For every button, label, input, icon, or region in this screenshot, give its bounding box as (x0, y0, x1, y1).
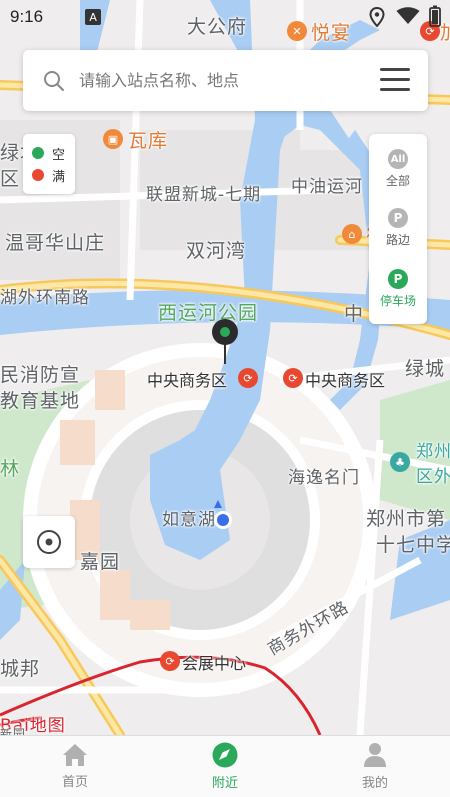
map-label-huizhan: 会展中心 (182, 654, 247, 673)
map-label-jiayuan: 嘉园 (80, 551, 121, 573)
map-label-zhongyang-2: 中央商务区 (305, 371, 386, 390)
map-label-shuanghewan: 双河湾 (186, 240, 247, 262)
map-label-zhengzhoushi-1: 郑州市第 (366, 508, 447, 530)
map-label-xiaofang-2: 教育基地 (0, 390, 81, 412)
legend-label-full: 满 (52, 169, 66, 185)
bottom-navigation: 首页 附近 我的 (0, 735, 450, 797)
map-label-chengbang: 城邦 (0, 658, 41, 680)
map-label-zhengzhoushi-2: 十七中学 (376, 534, 450, 556)
current-location-icon (214, 500, 232, 529)
tab-nearby-label: 附近 (211, 776, 238, 791)
legend-label-empty: 空 (52, 147, 66, 163)
user-icon (364, 743, 386, 767)
map-label-lvcheng-2: 绿城 (405, 358, 446, 380)
map-label-haiyi: 海逸名门 (288, 468, 360, 488)
shop-poi-icon: ▣ (103, 129, 123, 149)
locate-me-button[interactable] (23, 516, 75, 568)
location-status-icon (369, 7, 385, 27)
red-dot-icon (32, 169, 44, 181)
parking-filter-panel: All 全部 P 路边 P 停车场 (369, 134, 427, 324)
tab-home-label: 首页 (61, 775, 88, 790)
map-label-wengehua: 温哥华山庄 (5, 232, 106, 254)
green-dot-icon (32, 147, 44, 159)
compass-icon (212, 742, 238, 768)
filter-roadside-label: 路边 (385, 233, 410, 247)
notification-a-icon: A (85, 9, 102, 25)
search-icon (44, 70, 64, 91)
tab-nearby[interactable]: 附近 (150, 736, 300, 797)
map-label-xiyunhe: 西运河公园 (158, 302, 259, 324)
status-bar: 9:16 A (0, 0, 450, 34)
home-icon (63, 744, 87, 766)
filter-parking-lot-label: 停车场 (379, 294, 416, 308)
menu-icon[interactable] (380, 68, 410, 92)
map-label-lianmeng: 联盟新城-七期 (146, 185, 262, 205)
all-icon: All (388, 149, 408, 169)
map-label-qu: 区 (0, 168, 21, 190)
tab-home[interactable]: 首页 (0, 736, 150, 797)
status-legend: 空 满 (23, 134, 75, 194)
map-label-lin: 林 (0, 458, 21, 480)
metro-station-icon-2: ⟳ (283, 368, 303, 388)
legend-item-empty: 空 (32, 142, 75, 164)
map-label-zhengzhou-2: 区外 (416, 467, 450, 487)
filter-all-button[interactable]: All 全部 (369, 149, 427, 189)
filter-all-label: 全部 (385, 174, 410, 188)
filter-parking-lot-button[interactable]: P 停车场 (369, 269, 427, 309)
battery-icon (429, 5, 441, 27)
map-label-luhuan: 湖外环南路 (0, 288, 90, 308)
selected-location-pin-icon[interactable] (210, 318, 240, 368)
roadside-parking-icon: P (388, 208, 408, 228)
map-label-zhongyang-1: 中央商务区 (147, 371, 228, 390)
hotel-poi-icon: ⌂ (342, 224, 362, 244)
map-label-xiaofang-1: 民消防宣 (0, 364, 81, 386)
park-poi-icon: ♣ (390, 452, 410, 472)
tab-mine[interactable]: 我的 (300, 736, 450, 797)
tab-mine-label: 我的 (361, 776, 388, 791)
map-label-zhong: 中 (344, 303, 365, 325)
metro-station-icon: ⟳ (238, 368, 258, 388)
status-time: 9:16 (10, 7, 44, 26)
metro-station-icon-3: ⟳ (160, 651, 180, 671)
crosshair-icon (37, 530, 61, 554)
map-label-zhongyou: 中油运河 (291, 177, 363, 197)
legend-item-full: 满 (32, 164, 75, 186)
parking-lot-icon: P (388, 269, 408, 289)
wifi-icon (396, 7, 420, 24)
search-input[interactable] (79, 71, 359, 90)
map-label-waku: 瓦库 (128, 130, 169, 152)
search-bar (23, 50, 428, 111)
map-label-xinyuan: 新园 (0, 727, 27, 735)
filter-roadside-button[interactable]: P 路边 (369, 208, 427, 248)
map-label-zhengzhou-1: 郑州 (416, 442, 450, 462)
